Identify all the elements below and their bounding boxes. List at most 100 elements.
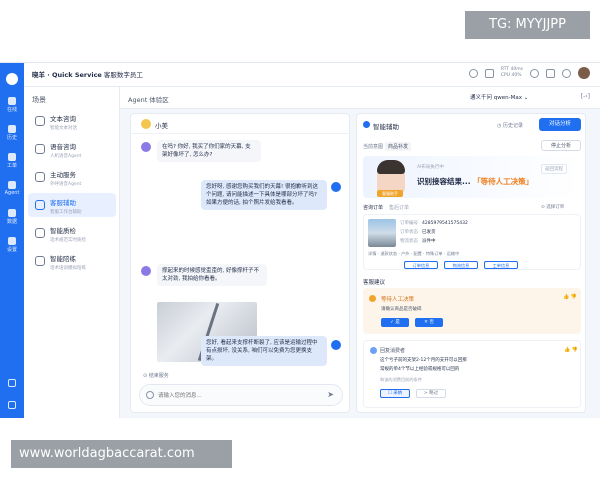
stat-cpu: CPU 40% <box>500 73 522 78</box>
reply-text-line: 常规的单4个节以上经验或规格可以回的 <box>380 367 460 372</box>
nav-item-sub: 外呼语音Agent <box>50 182 82 187</box>
chat-input-box: ➤ <box>139 384 343 406</box>
nav-item-proactive[interactable]: 主动服务 外呼语音Agent <box>28 165 116 189</box>
nav-item-label: 文本咨询 <box>50 115 76 123</box>
order-info-button[interactable]: 订单信息 <box>404 261 438 269</box>
skip-button[interactable]: > 略过 <box>416 389 446 398</box>
history-button[interactable]: ◷ 历史记录 <box>497 122 523 129</box>
reply-note: 和该的消费目前的条件 <box>380 377 422 382</box>
status-sub: AI布局执行中 <box>417 165 444 170</box>
nav-item-training[interactable]: 智能陪练话术培训模拟陪练 <box>28 249 116 273</box>
outbound-icon <box>35 172 45 182</box>
bell-icon[interactable] <box>562 68 571 78</box>
rail-label: 在线 <box>6 107 17 113</box>
rail-item-history[interactable]: 历史 <box>0 125 24 141</box>
order-detail: 详情 · 退款状态 · 户外 · 配置 · 特殊订单 · 运输中 <box>368 251 460 256</box>
customer-avatar <box>141 142 151 152</box>
search-icon[interactable] <box>530 68 539 78</box>
nav-item-label: 语音咨询 <box>50 143 76 151</box>
training-icon <box>35 256 45 266</box>
text-chat-icon <box>35 116 45 126</box>
nav-item-quality[interactable]: 智能质检 话术规范实时质检 <box>28 221 116 245</box>
rail-item-agent[interactable]: Agent <box>0 181 24 196</box>
shipping-status-label: 物流状态 <box>400 239 418 244</box>
reply-heading: 回复消费者 <box>380 348 406 354</box>
nav-item-sub: 人机语音Agent <box>50 154 82 159</box>
status-highlight: 「等待人工决策」 <box>473 177 534 186</box>
order-card: 订单编号 4285979541575432 订单状态 已发货 物流状态 派件中 详情 … <box>363 214 581 270</box>
document-icon <box>8 153 16 161</box>
nav-item-sub: 话术培训模拟陪练 <box>50 266 86 271</box>
order-number: 订单编号 4285979541575432 <box>400 220 468 226</box>
tab-consult-order[interactable]: 咨询订单 <box>363 205 383 211</box>
shipping-status: 物流状态 派件中 <box>400 238 436 244</box>
logout-icon[interactable] <box>8 401 16 409</box>
robot-icon <box>8 181 16 189</box>
intent-value: 商品补发 <box>385 142 412 151</box>
user-avatar[interactable] <box>578 67 590 79</box>
rail-item-online[interactable]: 在线 <box>0 97 24 113</box>
microphone-icon[interactable] <box>146 391 154 399</box>
tab-aftersale-order[interactable]: 售后订单 <box>389 205 409 211</box>
nav-item-assist[interactable]: 客服辅助 客服工作台辅助 <box>28 193 116 217</box>
robot-hair <box>377 160 405 174</box>
send-icon[interactable]: ➤ <box>327 390 334 399</box>
chat-header: 小美 <box>131 114 349 134</box>
nav-item-label: 智能陪练 <box>50 255 76 263</box>
nav-item-text-consult[interactable]: 文本咨询 智能文本对话 <box>28 109 116 133</box>
nav-item-label: 智能质检 <box>50 227 76 235</box>
nav-title: 场景 <box>32 96 46 104</box>
logistics-info-button[interactable]: 物流信息 <box>444 261 478 269</box>
analyze-button[interactable]: 对话分析 <box>539 118 581 131</box>
collapse-button[interactable]: [-›] <box>581 93 590 100</box>
topbar-icons: RTT 40ms CPU 40% <box>468 67 590 79</box>
feedback-icons[interactable]: 👍 👎 <box>563 294 577 300</box>
book-icon[interactable] <box>546 68 555 78</box>
order-number-label: 订单编号 <box>400 221 418 226</box>
chat-input[interactable] <box>158 390 318 402</box>
robot-avatar <box>377 160 405 194</box>
customer-avatar <box>141 119 151 129</box>
system-stats: RTT 40ms CPU 40% <box>501 67 523 79</box>
stop-analysis-button[interactable]: 停止分析 <box>541 140 581 151</box>
rail-label: 工单 <box>6 163 17 169</box>
phone-call-icon[interactable] <box>468 68 478 78</box>
status-main-text: 识别接容结果... <box>417 177 474 186</box>
rail-label: Agent <box>4 190 20 196</box>
grid-icon[interactable] <box>8 379 16 387</box>
agent-avatar <box>331 182 341 192</box>
brand: 晓羊 · Quick Service 客服数字员工 <box>32 69 143 79</box>
message-icon[interactable] <box>484 68 494 78</box>
feedback-icons[interactable]: 👍 👎 <box>564 347 578 353</box>
rail-item-ticket[interactable]: 工单 <box>0 153 24 169</box>
no-button[interactable]: ✕ 否 <box>415 318 443 327</box>
order-status-label: 订单状态 <box>400 230 418 235</box>
adopt-button[interactable]: ☐ 采纳 <box>380 389 410 398</box>
chart-icon <box>8 209 16 217</box>
yes-button[interactable]: ✓ 是 <box>381 318 409 327</box>
app-window: 在线 历史 工单 Agent 数据 设置 晓羊 · Quick Service … <box>0 62 600 418</box>
rail-label: 历史 <box>6 135 17 141</box>
reply-icon <box>370 347 377 354</box>
reply-text-line: 这个亏子前的支架2-12个月的支开可以回那 <box>380 358 467 363</box>
rail-item-settings[interactable]: 设置 <box>0 237 24 253</box>
rail-item-data[interactable]: 数据 <box>0 209 24 225</box>
model-select[interactable]: 通义千问 qwen-Max ⌄ <box>470 93 528 101</box>
chat-message: 在吗? 你好, 我买了你们家的天幕, 支架好像坏了, 怎么办? <box>157 140 261 162</box>
assist-title: 智能辅助 <box>373 123 399 131</box>
watermark-bottom: www.worldagbaccarat.com <box>11 440 232 468</box>
chat-panel: 小美 在吗? 你好, 我买了你们家的天幕, 支架好像坏了, 怎么办? 您好呀, … <box>130 113 350 413</box>
select-order-button[interactable]: ⊙ 选择订单 <box>541 204 564 210</box>
status-badge[interactable]: 返回流程 <box>541 164 567 174</box>
product-thumbnail <box>368 219 396 247</box>
phone-icon <box>8 125 16 133</box>
end-service-button[interactable]: ⊙ 结束服务 <box>143 372 169 379</box>
nav-item-voice-consult[interactable]: 语音咨询人机语音Agent <box>28 137 116 161</box>
voice-icon <box>35 144 45 154</box>
left-rail: 在线 历史 工单 Agent 数据 设置 <box>0 63 24 418</box>
ticket-info-button[interactable]: 工单信息 <box>484 261 518 269</box>
top-bar: 晓羊 · Quick Service 客服数字员工 RTT 40ms CPU 40… <box>24 63 600 87</box>
gear-icon <box>8 237 16 245</box>
assist-icon <box>35 200 45 210</box>
nav-item-label: 客服辅助 <box>50 199 76 207</box>
